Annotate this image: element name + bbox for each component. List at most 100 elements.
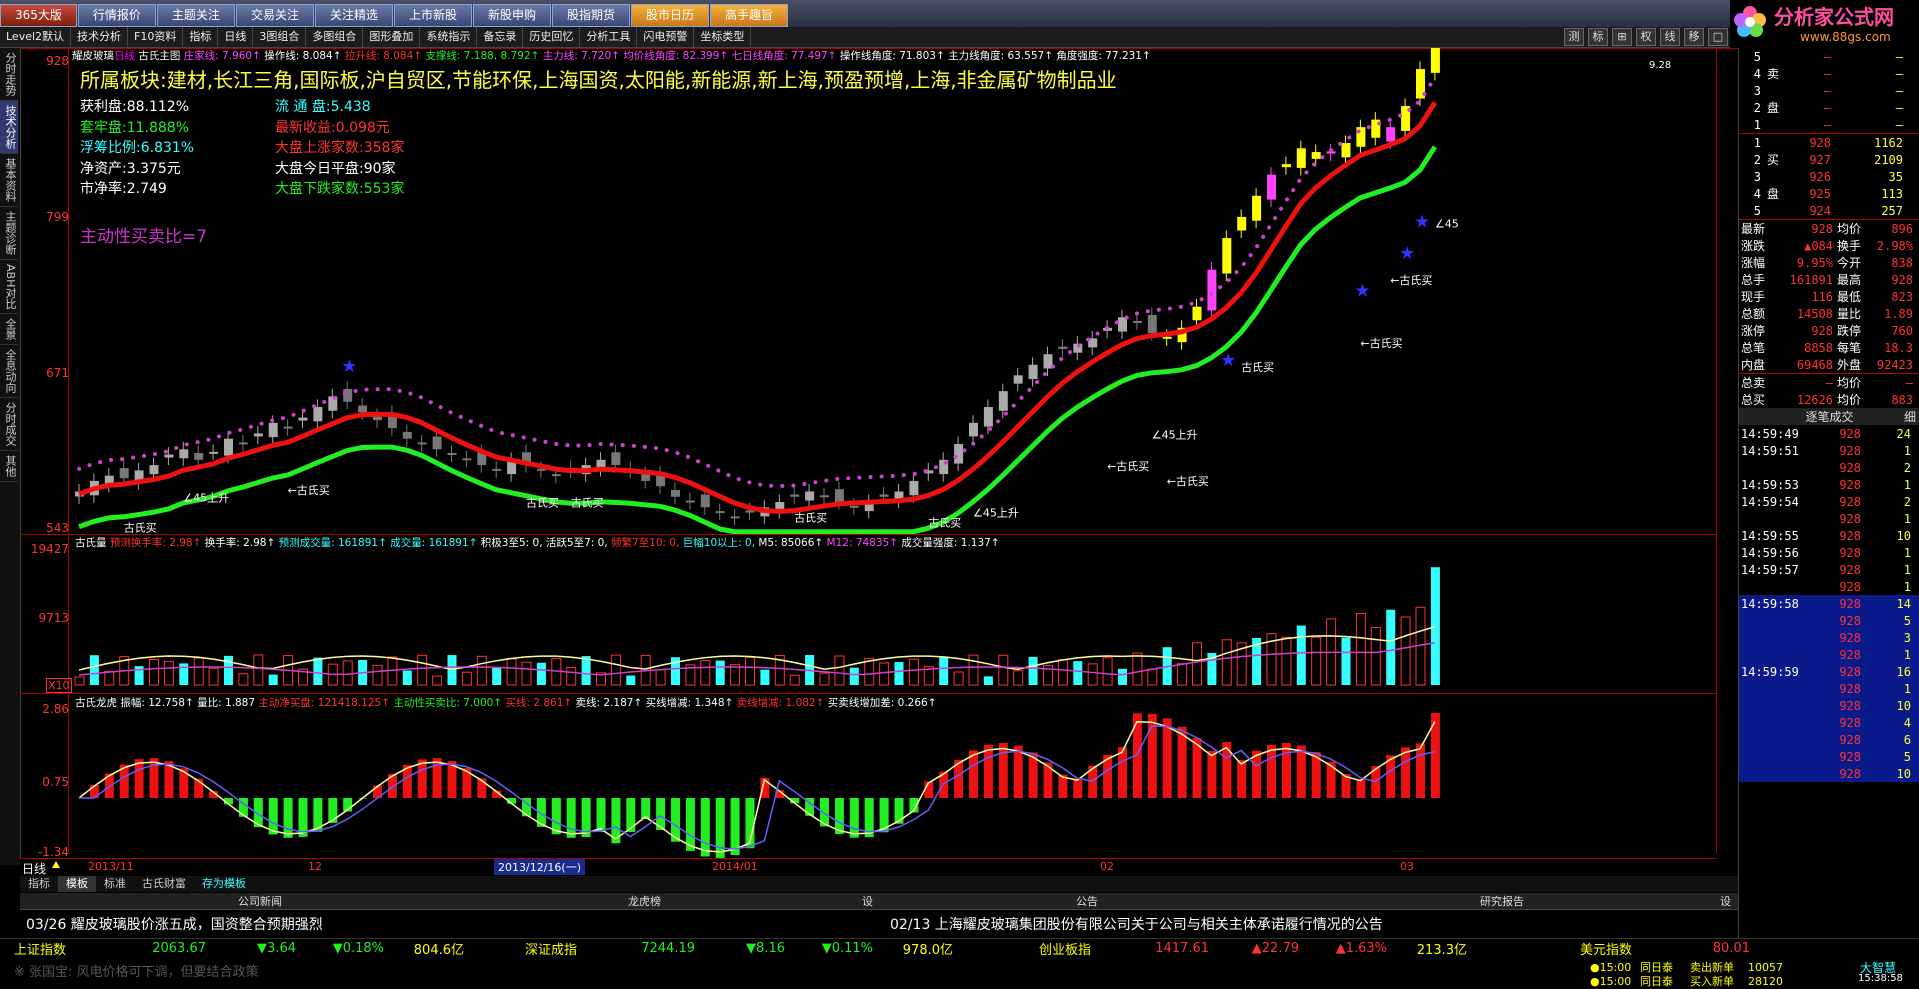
toolbar-button[interactable]: 指标: [183, 27, 219, 47]
indicator-tab[interactable]: 模板: [58, 876, 96, 892]
ticks-detail[interactable]: 细: [1904, 408, 1916, 425]
star-icon: ★: [341, 356, 357, 377]
menu-tab[interactable]: 365大版: [0, 3, 77, 27]
ask-row[interactable]: 2 盘 — —: [1739, 99, 1919, 116]
news-item[interactable]: 03/26 耀皮玻璃股价涨五成，国资整合预期强烈: [26, 914, 323, 934]
tab-dragon-tiger-list[interactable]: 龙虎榜: [628, 893, 661, 909]
ask-row[interactable]: 3 — —: [1739, 82, 1919, 99]
dragon-bar: [924, 781, 934, 798]
menu-tab[interactable]: 高手趣旨: [710, 3, 789, 27]
left-tab[interactable]: ABH对比: [0, 260, 18, 315]
tick-row: 928 3: [1739, 629, 1919, 646]
left-tab[interactable]: 全息动向: [0, 345, 18, 399]
left-tab[interactable]: 全景: [0, 314, 18, 346]
period-label[interactable]: 日线: [22, 860, 46, 877]
scroll-news[interactable]: ※ 张国宝: 风电价格可下调，但要结合政策: [14, 961, 259, 980]
index-pct: ▼0.18%: [332, 941, 384, 956]
date-tick: 2014/01: [712, 860, 758, 873]
candle-body: [1207, 269, 1217, 311]
ask-row[interactable]: 1 — —: [1739, 116, 1919, 133]
menu-tab[interactable]: 主题关注: [156, 3, 235, 27]
toolbar-icon[interactable]: 权: [1636, 28, 1656, 46]
volume-bar: [238, 673, 249, 686]
toolbar-button[interactable]: Level2默认: [0, 27, 72, 47]
toolbar-button[interactable]: 备忘录: [477, 27, 524, 47]
dragon-label: -1.34: [37, 845, 69, 859]
volume-chart[interactable]: [69, 548, 1716, 693]
tick-price: 928: [1839, 664, 1861, 679]
candle-body: [402, 431, 412, 439]
toolbar-button[interactable]: 坐标类型: [694, 27, 752, 47]
indicator-tab[interactable]: 标准: [96, 876, 134, 892]
left-tab[interactable]: 分时成交: [0, 398, 18, 452]
menu-tab[interactable]: 上市新股: [393, 3, 472, 27]
index-item[interactable]: 上证指数 2063.67 ▼3.64 ▼0.18% 804.6亿: [14, 939, 464, 958]
left-tab[interactable]: 其他: [0, 451, 18, 483]
candlestick-chart[interactable]: 古氏买∠45上升←古氏买古氏买 古氏买古氏买 ∠45上升古氏买←古氏买←古氏买∠45…: [69, 48, 1716, 548]
volume-bar: [1087, 663, 1098, 686]
toolbar-button[interactable]: 多图组合: [306, 27, 364, 47]
index-name: 创业板指: [1039, 943, 1092, 958]
volume-bar: [1296, 625, 1306, 685]
triangle-up-icon[interactable]: [52, 861, 60, 868]
candle-body: [1162, 336, 1172, 339]
indicator-tab[interactable]: 存为模板: [194, 876, 254, 892]
indicator-tab[interactable]: 古氏财富: [134, 876, 194, 892]
quote-stat: 总额 14508 量比 1.89: [1739, 305, 1919, 322]
toolbar-button[interactable]: 系统指示: [420, 27, 478, 47]
bid-row[interactable]: 1 928 1162: [1739, 134, 1919, 151]
toolbar-button[interactable]: 闪电预警: [637, 27, 695, 47]
announcement-item[interactable]: 02/13 上海耀皮玻璃集团股份有限公司关于公司与相关主体承诺履行情况的公告: [890, 914, 1383, 934]
settings-button[interactable]: 设: [862, 893, 873, 909]
menu-tab[interactable]: 股市日历: [631, 3, 710, 27]
toolbar-button[interactable]: 图形叠加: [363, 27, 421, 47]
left-tab[interactable]: 分时走势: [0, 48, 18, 101]
ticks-header[interactable]: 逐笔成交 细: [1739, 408, 1919, 425]
candle-body: [462, 458, 472, 461]
toolbar-icon[interactable]: 测: [1564, 28, 1584, 46]
bid-row[interactable]: 4 盘 925 113: [1739, 185, 1919, 202]
volume-bar: [1311, 636, 1322, 686]
toolbar-icon[interactable]: ⊞: [1612, 28, 1632, 46]
left-tab[interactable]: 基本资料: [0, 154, 18, 207]
index-item[interactable]: 创业板指 1417.61 ▲22.79 ▲1.63% 213.3亿: [1039, 939, 1467, 958]
menu-tab[interactable]: 新股申购: [472, 3, 551, 27]
menu-tab[interactable]: 行情报价: [77, 3, 156, 27]
tab-research-reports[interactable]: 研究报告: [1480, 893, 1524, 909]
left-tab[interactable]: 技术分析: [0, 101, 18, 154]
toolbar-button[interactable]: F10资料: [128, 27, 184, 47]
toolbar-icon[interactable]: 线: [1660, 28, 1680, 46]
logo-url: www.88gs.com: [1800, 30, 1891, 44]
dragon-chart[interactable]: [69, 708, 1716, 858]
index-item[interactable]: 深证成指 7244.19 ▼8.16 ▼0.11% 978.0亿: [525, 939, 953, 958]
toolbar-button[interactable]: 3图组合: [253, 27, 307, 47]
index-name: 上证指数: [14, 943, 67, 958]
index-item[interactable]: 美元指数 80.01: [1580, 939, 1750, 958]
toolbar-icon[interactable]: 标: [1588, 28, 1608, 46]
order-volume: —: [1895, 117, 1903, 132]
alert-time: ●15:00: [1590, 960, 1632, 974]
tab-announcements[interactable]: 公告: [1076, 893, 1098, 909]
bid-row[interactable]: 3 926 35: [1739, 168, 1919, 185]
left-tab[interactable]: 主题诊断: [0, 207, 18, 260]
index-value: 80.01: [1712, 941, 1750, 956]
stat-label: 均价: [1837, 222, 1862, 236]
toolbar-icon[interactable]: 移: [1684, 28, 1704, 46]
indicator-tab[interactable]: 指标: [20, 876, 58, 892]
toolbar-button[interactable]: 日线: [218, 27, 254, 47]
menu-tab[interactable]: 关注精选: [314, 3, 393, 27]
bid-row[interactable]: 2 买 927 2109: [1739, 151, 1919, 168]
menu-tab[interactable]: 股指期货: [552, 3, 631, 27]
settings-button[interactable]: 设: [1720, 893, 1731, 909]
candle-body: [909, 480, 919, 496]
toolbar-button[interactable]: 历史回忆: [523, 27, 581, 47]
ask-row[interactable]: 4 卖 — —: [1739, 65, 1919, 82]
menu-tab[interactable]: 交易关注: [235, 3, 314, 27]
toolbar-icon[interactable]: □: [1708, 28, 1728, 46]
toolbar-button[interactable]: 分析工具: [580, 27, 638, 47]
bid-row[interactable]: 5 924 257: [1739, 202, 1919, 219]
tab-company-news[interactable]: 公司新闻: [238, 893, 282, 909]
ask-row[interactable]: 5 — —: [1739, 48, 1919, 65]
volume-bar: [536, 662, 546, 685]
toolbar-button[interactable]: 技术分析: [71, 27, 129, 47]
